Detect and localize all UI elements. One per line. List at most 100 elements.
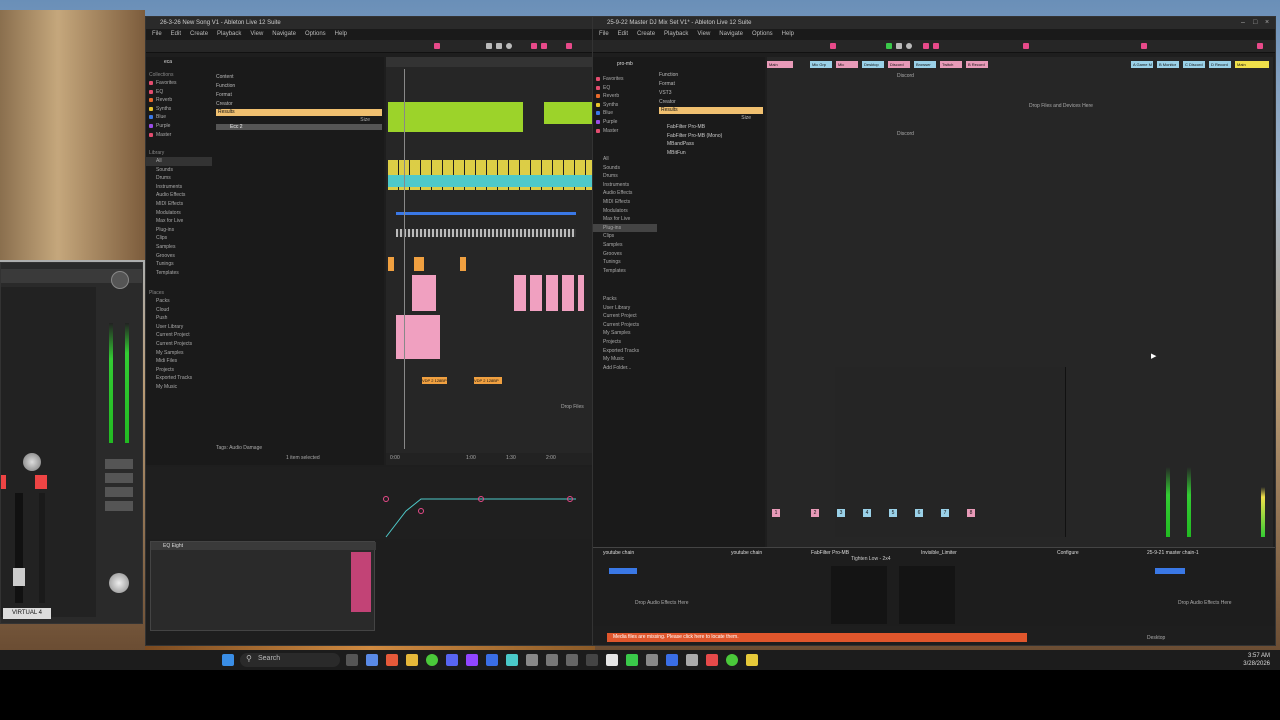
- result-pro-mb[interactable]: FabFilter Pro-MB: [667, 123, 763, 132]
- library-samples[interactable]: Samples: [146, 243, 212, 252]
- library-samples[interactable]: Samples: [593, 241, 657, 250]
- chain-list-item[interactable]: [609, 568, 637, 574]
- fader-handle[interactable]: [13, 568, 25, 586]
- configure-button[interactable]: Configure: [1057, 550, 1079, 556]
- place-current-projects[interactable]: Current Projects: [593, 321, 657, 330]
- audio-clip-green-2[interactable]: [544, 102, 594, 124]
- place-my-music[interactable]: My Music: [593, 355, 657, 364]
- app-icon-13[interactable]: [746, 654, 758, 666]
- result-pro-mb-mono[interactable]: FabFilter Pro-MB (Mono): [667, 132, 763, 141]
- place-exported-tracks[interactable]: Exported Tracks: [146, 374, 212, 383]
- chain-1-title[interactable]: youtube chain: [603, 550, 634, 556]
- place-projects[interactable]: Projects: [146, 366, 212, 375]
- stop-icon[interactable]: [896, 43, 902, 49]
- app-icon-6[interactable]: [566, 654, 578, 666]
- library-max-for-live[interactable]: Max for Live: [146, 217, 212, 226]
- track-number-6[interactable]: 6: [915, 509, 923, 517]
- app-icon-9[interactable]: [646, 654, 658, 666]
- track-header-main[interactable]: Main: [767, 61, 793, 68]
- library-grooves[interactable]: Grooves: [146, 252, 212, 261]
- place-cloud[interactable]: Cloud: [146, 306, 212, 315]
- chrome-icon-2[interactable]: [726, 654, 738, 666]
- collection-blue[interactable]: Blue: [593, 109, 657, 118]
- track-number-5[interactable]: 5: [889, 509, 897, 517]
- library-tunings[interactable]: Tunings: [593, 258, 657, 267]
- filter-vst3[interactable]: VST3: [659, 89, 739, 98]
- clip-vdp-1[interactable]: VDP 2 128BP: [422, 377, 447, 384]
- menu-navigate[interactable]: Navigate: [719, 29, 743, 40]
- library-instruments[interactable]: Instruments: [146, 183, 212, 192]
- app-icon-11[interactable]: [686, 654, 698, 666]
- maximize-icon[interactable]: □: [1253, 19, 1257, 26]
- collection-purple[interactable]: Purple: [146, 122, 212, 131]
- clip-pink-1[interactable]: [412, 275, 436, 311]
- app-icon-7[interactable]: [586, 654, 598, 666]
- chrome-icon[interactable]: [426, 654, 438, 666]
- return-header-a[interactable]: A Game M: [1131, 61, 1153, 68]
- loop-button[interactable]: [1023, 43, 1029, 49]
- library-templates[interactable]: Templates: [593, 267, 657, 276]
- automation-arm-button[interactable]: [541, 43, 547, 49]
- filter-creator[interactable]: Creator: [216, 100, 296, 109]
- library-audio-effects[interactable]: Audio Effects: [146, 191, 212, 200]
- tighten-device-title[interactable]: Tighten Low - 2x4: [851, 556, 891, 562]
- filter-format[interactable]: Format: [659, 80, 739, 89]
- menu-navigate[interactable]: Navigate: [272, 29, 296, 40]
- return-header-b[interactable]: B Monitor: [1157, 61, 1179, 68]
- stop-icon[interactable]: [496, 43, 502, 49]
- arrangement-record-button[interactable]: [434, 43, 440, 49]
- minimize-icon[interactable]: –: [1241, 19, 1245, 26]
- library-plug-ins[interactable]: Plug-ins: [146, 226, 212, 235]
- library-all[interactable]: All: [146, 157, 212, 166]
- library-midi-effects[interactable]: MIDI Effects: [146, 200, 212, 209]
- size-column-header[interactable]: Size: [659, 115, 763, 121]
- clip-pink-2[interactable]: [396, 315, 440, 359]
- library-grooves[interactable]: Grooves: [593, 250, 657, 259]
- place-current-project[interactable]: Current Project: [146, 331, 212, 340]
- filter-function[interactable]: Function: [216, 82, 296, 91]
- library-modulators[interactable]: Modulators: [146, 209, 212, 218]
- clip-orange-2[interactable]: [414, 257, 424, 271]
- place-my-music[interactable]: My Music: [146, 383, 212, 392]
- task-view-icon[interactable]: [346, 654, 358, 666]
- library-plug-ins[interactable]: Plug-ins: [593, 223, 657, 233]
- app-icon-12[interactable]: [706, 654, 718, 666]
- track-header-desktop[interactable]: Desktop: [862, 61, 884, 68]
- master-chain-item[interactable]: [1155, 568, 1185, 574]
- filter-content[interactable]: Content: [216, 73, 296, 82]
- library-midi-effects[interactable]: MIDI Effects: [593, 198, 657, 207]
- browser-search-input[interactable]: pro-mb: [617, 61, 667, 67]
- collection-synths[interactable]: Synths: [146, 105, 212, 114]
- menu-edit[interactable]: Edit: [618, 29, 628, 40]
- collection-eq[interactable]: EQ: [593, 84, 657, 93]
- menu-playback[interactable]: Playback: [664, 29, 688, 40]
- master-header[interactable]: Main: [1235, 61, 1269, 68]
- place-midi-files[interactable]: Midi Files: [146, 357, 212, 366]
- discord-icon[interactable]: [446, 654, 458, 666]
- chain-2-title[interactable]: youtube chain: [731, 550, 762, 556]
- eq-band-selector[interactable]: [351, 552, 371, 612]
- track-header-mic[interactable]: Mic: [836, 61, 858, 68]
- place-current-project[interactable]: Current Project: [593, 312, 657, 321]
- place-projects[interactable]: Projects: [593, 338, 657, 347]
- discord-clip-2[interactable]: Discord: [897, 131, 914, 137]
- audio-clip-green[interactable]: [388, 102, 523, 132]
- library-clips[interactable]: Clips: [146, 234, 212, 243]
- place-user-library[interactable]: User Library: [146, 323, 212, 332]
- loop-button[interactable]: [566, 43, 572, 49]
- twitch-icon[interactable]: [466, 654, 478, 666]
- filter-function[interactable]: Function: [659, 71, 739, 80]
- play-icon[interactable]: [486, 43, 492, 49]
- track-number-4[interactable]: 4: [863, 509, 871, 517]
- play-icon[interactable]: [886, 43, 892, 49]
- clip-orange-1[interactable]: [388, 257, 394, 271]
- clip-pink-3[interactable]: [514, 275, 584, 311]
- library-drums[interactable]: Drums: [593, 172, 657, 181]
- collection-synths[interactable]: Synths: [593, 101, 657, 110]
- library-clips[interactable]: Clips: [593, 232, 657, 241]
- menu-create[interactable]: Create: [637, 29, 655, 40]
- limiter-device-title[interactable]: Invisible_Limiter: [921, 550, 957, 556]
- result-item[interactable]: Ecc 2: [216, 124, 382, 130]
- envelope-curve[interactable]: [146, 467, 595, 539]
- overdub-button[interactable]: [531, 43, 537, 49]
